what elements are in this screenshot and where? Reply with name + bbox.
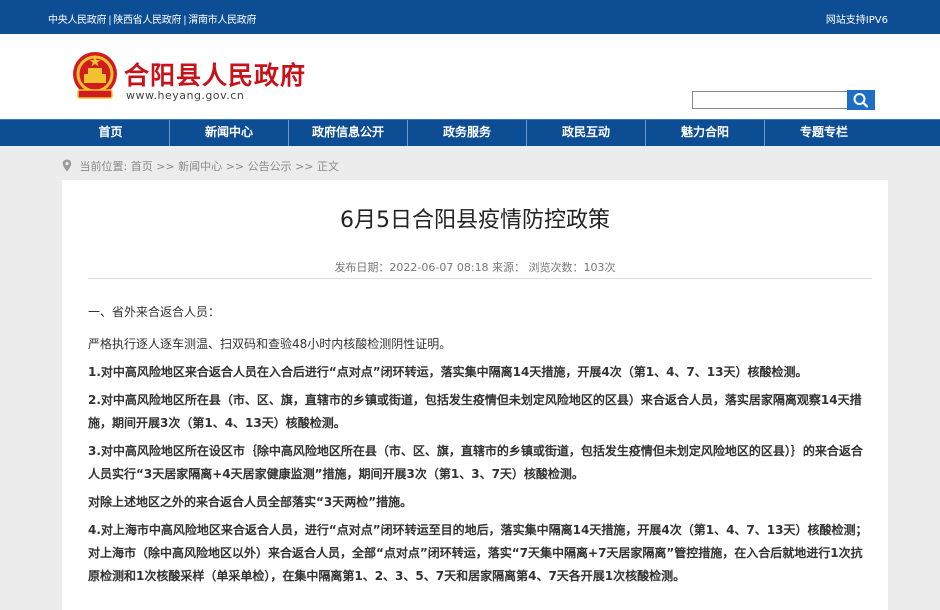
site-header: 合阳县人民政府 www.heyang.gov.cn (0, 34, 940, 119)
breadcrumb: 当前位置: 首页 >> 新闻中心 >> 公告公示 >> 正文 (62, 158, 339, 174)
breadcrumb-prefix: 当前位置: (79, 160, 128, 173)
nav-item-gov-info[interactable]: 政府信息公开 (289, 120, 408, 146)
breadcrumb-current: 正文 (317, 160, 340, 173)
paragraph: 对除上述地区之外的来合返合人员全部落实“3天两检”措施。 (88, 495, 413, 509)
national-emblem-icon[interactable] (70, 50, 120, 102)
breadcrumb-separator: >> (295, 160, 314, 173)
nav-item-charm-heyang[interactable]: 魅力合阳 (646, 120, 765, 146)
nav-item-news[interactable]: 新闻中心 (170, 120, 289, 146)
top-bar: 中央人民政府 | 陕西省人民政府 | 渭南市人民政府 网站支持IPV6 (0, 0, 940, 34)
main-nav: 首页 新闻中心 政府信息公开 政务服务 政民互动 魅力合阳 专题专栏 (0, 119, 940, 146)
paragraph: 严格执行逐人逐车测温、扫双码和查验48小时内核酸检测阴性证明。 (88, 337, 452, 351)
nav-item-services[interactable]: 政务服务 (408, 120, 527, 146)
top-link-central-gov[interactable]: 中央人民政府 (48, 15, 107, 26)
location-pin-icon (62, 159, 72, 172)
ipv6-support-label: 网站支持IPV6 (825, 15, 888, 26)
search-icon (853, 93, 869, 108)
nav-item-interaction[interactable]: 政民互动 (527, 120, 646, 146)
article-body: 一、省外来合返合人员： 严格执行逐人逐车测温、扫双码和查验48小时内核酸检测阴性… (88, 301, 872, 588)
article-title: 6月5日合阳县疫情防控政策 (340, 208, 610, 233)
search-input[interactable] (692, 91, 848, 109)
top-link-separator: | (108, 15, 112, 26)
paragraph: 1.对中高风险地区来合返合人员在入合后进行“点对点”闭环转运，落实集中隔离14天… (88, 365, 808, 379)
top-links: 中央人民政府 | 陕西省人民政府 | 渭南市人民政府 (48, 11, 256, 26)
nav-item-topics[interactable]: 专题专栏 (765, 120, 883, 146)
nav-item-home[interactable]: 首页 (52, 120, 170, 146)
paragraph-section-heading: 一、省外来合返合人员： (88, 305, 221, 319)
breadcrumb-notices[interactable]: 公告公示 (248, 160, 292, 173)
divider (88, 278, 872, 279)
breadcrumb-separator: >> (156, 160, 175, 173)
site-url: www.heyang.gov.cn (126, 89, 245, 102)
top-link-shaanxi-gov[interactable]: 陕西省人民政府 (113, 15, 181, 26)
breadcrumb-separator: >> (225, 160, 245, 173)
paragraph: 2.对中高风险地区所在县（市、区、旗，直辖市的乡镇或街道，包括发生疫情但未划定风… (88, 393, 862, 430)
breadcrumb-news[interactable]: 新闻中心 (178, 160, 222, 173)
article-meta: 发布日期：2022-06-07 08:18 来源： 浏览次数：103次 (334, 261, 616, 274)
top-link-separator: | (183, 15, 187, 26)
article-card: 6月5日合阳县疫情防控政策 发布日期：2022-06-07 08:18 来源： … (62, 180, 888, 610)
paragraph: 4.对上海市中高风险地区来合返合人员，进行“点对点”闭环转运至目的地后，落实集中… (88, 523, 868, 583)
breadcrumb-home[interactable]: 首页 (131, 160, 153, 173)
top-link-weinan-gov[interactable]: 渭南市人民政府 (188, 15, 256, 26)
site-title[interactable]: 合阳县人民政府 (124, 56, 306, 92)
paragraph: 3.对中高风险地区所在设区市｛除中高风险地区所在县（市、区、旗，直辖市的乡镇或街… (88, 444, 863, 481)
search-button[interactable] (847, 90, 875, 110)
